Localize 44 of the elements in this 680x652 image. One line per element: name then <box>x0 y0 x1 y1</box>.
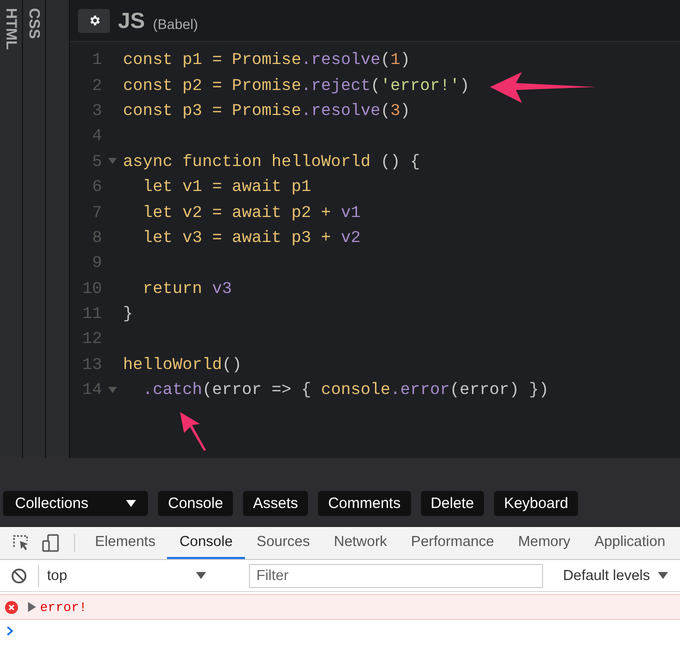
editor-subtitle: (Babel) <box>152 16 198 32</box>
error-icon <box>5 600 18 614</box>
devtools-tab[interactable]: Application <box>582 527 678 559</box>
toolbar-button[interactable]: Assets <box>243 491 308 516</box>
caret-icon <box>196 572 206 579</box>
toolbar-button[interactable]: Delete <box>420 491 484 516</box>
device-icon <box>41 533 61 553</box>
code-line: return v3 <box>142 278 232 298</box>
devtools-tab[interactable]: Performance <box>399 527 506 559</box>
caret-icon <box>658 572 668 579</box>
code-line: .catch(error => { console.error(error) }) <box>142 380 549 400</box>
collections-dropdown[interactable]: Collections <box>3 491 148 516</box>
code-line: const p2 = Promise.reject('error!') <box>123 76 470 95</box>
settings-button[interactable] <box>78 8 110 32</box>
code-line: const p1 = Promise.resolve(1) <box>123 50 410 70</box>
devtools-tab[interactable]: Network <box>322 527 400 559</box>
expand-icon[interactable] <box>28 602 36 612</box>
toolbar-button[interactable]: Comments <box>318 491 411 516</box>
side-tab[interactable]: CSS <box>23 0 46 458</box>
block-icon <box>11 568 27 584</box>
devtools-tab[interactable]: Console <box>167 527 245 559</box>
annotation-arrow <box>180 412 206 451</box>
message-text: error! <box>40 600 87 614</box>
devtools-tab[interactable]: Memory <box>506 527 582 559</box>
code-line: } <box>123 304 133 324</box>
devtools-tab[interactable]: Sources <box>244 527 322 559</box>
code-line: helloWorld() <box>123 354 242 374</box>
devtools-tab[interactable]: Elements <box>83 527 168 559</box>
code-line: let v3 = await p3 + v2 <box>142 228 361 247</box>
toolbar-button[interactable]: Console <box>158 491 234 516</box>
side-tab[interactable]: HTML <box>0 0 23 458</box>
code-line: let v1 = await p1 <box>142 177 312 196</box>
levels-dropdown[interactable]: Default levels <box>556 566 674 584</box>
code-line: async function helloWorld () { <box>123 152 420 171</box>
filter-field[interactable]: Filter <box>249 564 543 588</box>
code-line: const p3 = Promise.resolve(3) <box>123 100 410 120</box>
code-line: let v2 = await p2 + v1 <box>142 202 361 222</box>
toolbar-button[interactable]: Keyboard <box>494 491 578 516</box>
settings-icon <box>88 14 100 27</box>
caret-icon <box>126 500 136 507</box>
editor-title: JS <box>118 8 145 34</box>
prompt-icon <box>6 626 14 636</box>
context-select[interactable]: top <box>38 564 214 586</box>
cursor-icon <box>11 533 31 553</box>
